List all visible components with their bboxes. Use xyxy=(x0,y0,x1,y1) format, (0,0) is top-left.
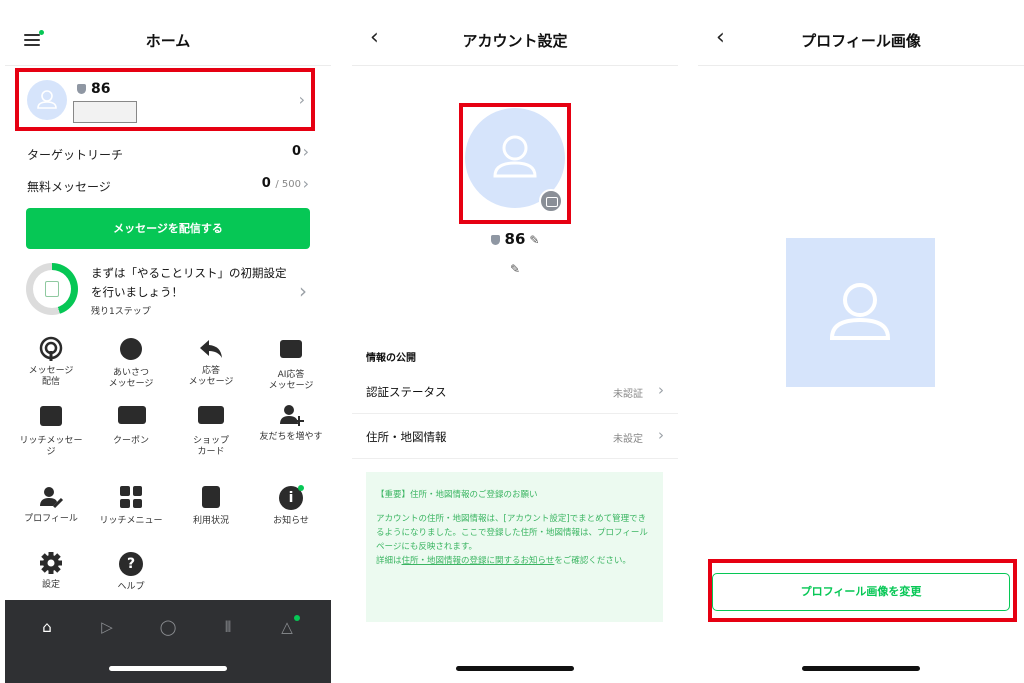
home-indicator xyxy=(109,666,227,671)
menu-item-profile[interactable]: プロフィール xyxy=(11,484,91,525)
menu-item-usage[interactable]: 利用状況 xyxy=(171,484,251,527)
usage-icon xyxy=(198,486,224,512)
rich-message-icon xyxy=(38,406,64,432)
menu-item-greeting[interactable]: あいさつ メッセージ xyxy=(91,336,171,390)
notice-heading: 【重要】住所・地図情報のご登録のお願い xyxy=(376,490,538,500)
highlight-box xyxy=(708,559,1017,622)
target-reach-value: 0 xyxy=(291,144,301,159)
verification-status-row[interactable]: 認証ステータス 未認証 › xyxy=(352,369,678,414)
chevron-right-icon: › xyxy=(299,279,307,303)
play-icon[interactable]: ▷ xyxy=(97,617,117,637)
shield-icon xyxy=(490,234,500,245)
robot-icon xyxy=(278,340,304,366)
bottom-tab-bar: ⌂ ▷ ◯ ⫴ △ xyxy=(5,600,331,683)
help-icon: ? xyxy=(118,552,144,578)
notification-dot xyxy=(294,615,300,621)
menu-item-shop-card[interactable]: ショップ カード xyxy=(171,402,251,458)
send-message-button[interactable]: メッセージを配信する xyxy=(26,208,310,249)
settings-icon xyxy=(38,550,64,576)
chart-icon[interactable]: ⫴ xyxy=(218,617,238,637)
bell-icon[interactable]: △ xyxy=(277,615,300,637)
menu-item-rich-menu[interactable]: リッチメニュー xyxy=(91,484,171,527)
broadcast-icon xyxy=(38,336,64,362)
home-icon[interactable]: ⌂ xyxy=(37,617,57,637)
shop-card-icon xyxy=(198,406,224,432)
profile-image-screen: ‹ プロフィール画像 プロフィール画像を変更 xyxy=(698,0,1024,683)
home-screen: ホーム 86 › ターゲットリーチ 0 › 無料メッセージ 0 / 500 › … xyxy=(5,0,331,683)
section-title: 情報の公開 xyxy=(366,353,416,364)
home-header: ホーム xyxy=(5,0,331,66)
rich-menu-icon xyxy=(118,486,144,512)
highlight-box xyxy=(459,103,571,224)
notice-box: 【重要】住所・地図情報のご登録のお願い アカウントの住所・地図情報は、[アカウン… xyxy=(366,472,663,622)
page-title: アカウント設定 xyxy=(462,32,568,50)
follower-count: 86 ✎ xyxy=(352,230,678,248)
checklist-icon xyxy=(45,281,59,297)
chevron-right-icon: › xyxy=(658,381,664,399)
notice-body: アカウントの住所・地図情報は、[アカウント設定]でまとめて管理できるようになりま… xyxy=(376,514,648,566)
chat-icon[interactable]: ◯ xyxy=(158,617,178,637)
chevron-right-icon: › xyxy=(302,174,309,193)
highlight-box xyxy=(15,68,315,131)
page-title: プロフィール画像 xyxy=(801,32,921,50)
chevron-right-icon: › xyxy=(658,426,664,444)
free-messages-value: 0 / 500 xyxy=(261,176,301,191)
menu-item-rich-message[interactable]: リッチメッセー ジ xyxy=(11,402,91,458)
todo-sub: 残り1ステップ xyxy=(91,307,151,317)
info-icon: i xyxy=(278,485,304,512)
home-indicator xyxy=(456,666,574,671)
menu-item-add-friends[interactable]: 友だちを増やす xyxy=(251,402,331,443)
address-map-row[interactable]: 住所・地図情報 未設定 › xyxy=(352,414,678,459)
profile-icon xyxy=(38,484,64,510)
menu-item-broadcast[interactable]: メッセージ 配信 xyxy=(11,336,91,388)
page-title: ホーム xyxy=(145,32,191,50)
coupon-icon xyxy=(118,406,146,432)
menu-item-help[interactable]: ? ヘルプ xyxy=(91,550,171,593)
account-settings-screen: ‹ アカウント設定 86 ✎ ✎ 情報の公開 認証ステータス 未認証 › 住所・地… xyxy=(352,0,678,683)
home-indicator xyxy=(802,666,920,671)
add-friend-icon xyxy=(278,402,304,428)
user-icon xyxy=(829,283,891,340)
todo-text: まずは「やることリスト」の初期設定を行いましょう！ xyxy=(91,266,287,299)
edit-description-icon[interactable]: ✎ xyxy=(352,262,678,276)
pencil-icon[interactable]: ✎ xyxy=(529,233,539,247)
menu-item-reply[interactable]: 応答 メッセージ xyxy=(171,336,251,388)
menu-item-info[interactable]: i お知らせ xyxy=(251,484,331,527)
menu-item-settings[interactable]: 設定 xyxy=(11,550,91,591)
menu-item-coupon[interactable]: クーポン xyxy=(91,402,171,447)
progress-ring xyxy=(26,263,78,315)
profile-image-header: ‹ プロフィール画像 xyxy=(698,0,1024,66)
greeting-icon xyxy=(118,338,144,364)
notification-dot xyxy=(298,485,304,491)
notice-link[interactable]: 住所・地図情報の登録に関するお知らせ xyxy=(402,556,555,566)
settings-header: ‹ アカウント設定 xyxy=(352,0,678,66)
menu-item-ai-reply[interactable]: AI応答 メッセージ xyxy=(251,336,331,392)
reply-icon xyxy=(198,336,224,362)
profile-image-preview xyxy=(786,238,935,387)
chevron-right-icon: › xyxy=(302,142,309,161)
